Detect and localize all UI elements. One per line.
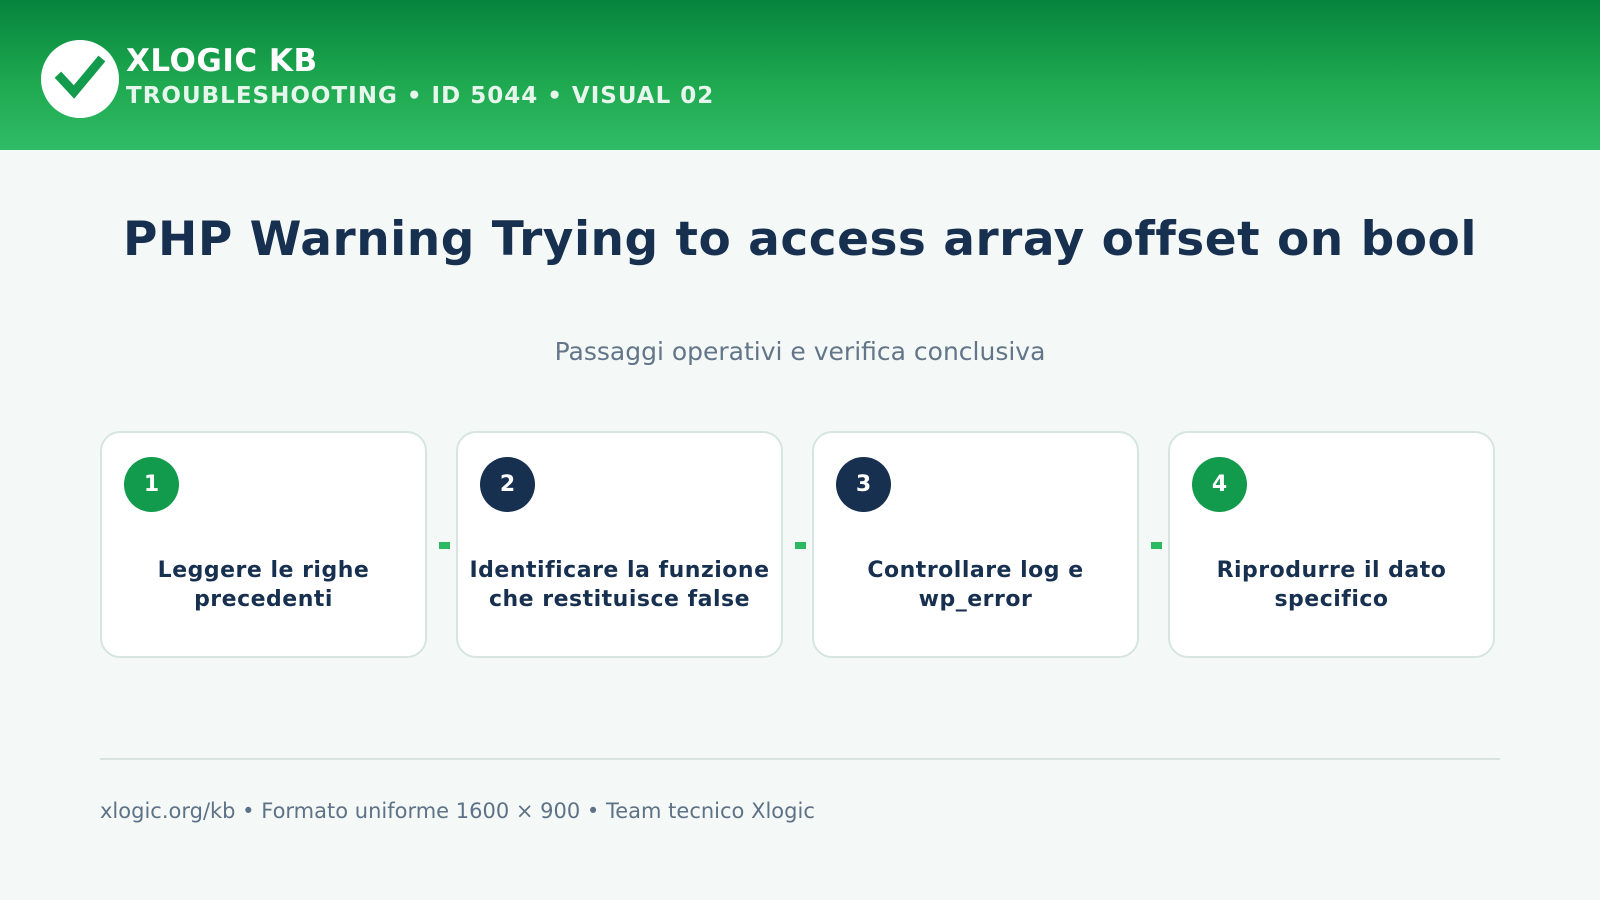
page-title: PHP Warning Trying to access array offse… [123,212,1477,267]
step-label: Controllare log e wp_error [867,557,1084,612]
step-card-1: 1 Leggere le righe precedenti [100,431,427,658]
step-label: Riprodurre il dato specifico [1216,557,1447,612]
step-label: Identificare la funzione che restituisce… [469,557,770,612]
step-label: Leggere le righe precedenti [157,557,370,612]
step-connector [795,542,806,549]
step-number-badge: 2 [480,457,535,512]
footer-text: xlogic.org/kb • Formato uniforme 1600 × … [100,799,815,823]
step-connector [1151,542,1162,549]
step-card-2: 2 Identificare la funzione che restituis… [456,431,783,658]
brand-name: XLOGIC KB [126,43,318,79]
footer-divider [100,758,1500,760]
checkmark-icon [54,55,106,99]
page-subtitle: Passaggi operativi e verifica conclusiva [554,337,1046,366]
brand-meta: TROUBLESHOOTING • ID 5044 • VISUAL 02 [126,83,715,109]
step-card-3: 3 Controllare log e wp_error [812,431,1139,658]
logo [41,40,119,118]
step-number-badge: 1 [124,457,179,512]
step-connector [439,542,450,549]
header-banner: XLOGIC KB TROUBLESHOOTING • ID 5044 • VI… [0,0,1600,150]
step-number-badge: 3 [836,457,891,512]
step-card-4: 4 Riprodurre il dato specifico [1168,431,1495,658]
step-number-badge: 4 [1192,457,1247,512]
